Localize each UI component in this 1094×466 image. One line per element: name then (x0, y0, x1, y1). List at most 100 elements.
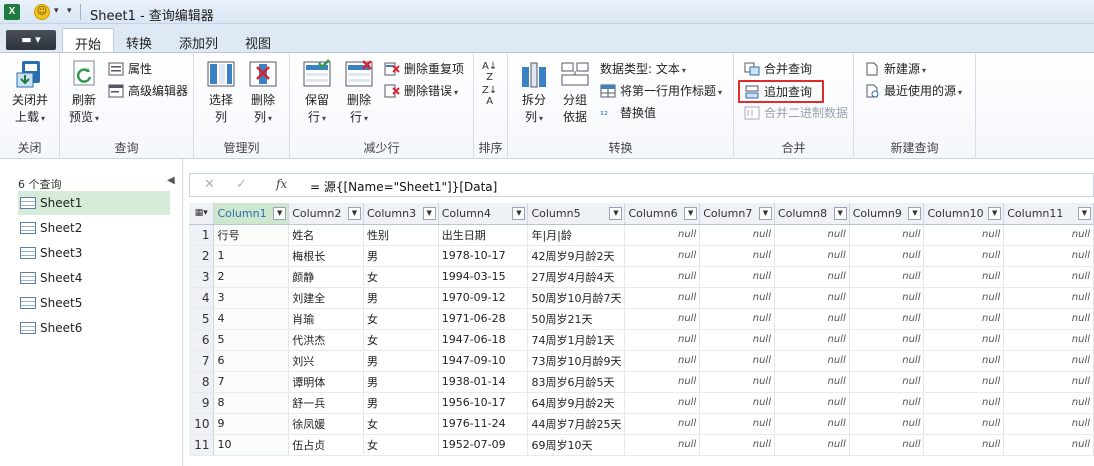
table-cell[interactable]: 谭明体 (288, 371, 364, 393)
column-filter-dropdown-icon[interactable]: ▼ (684, 207, 698, 220)
row-number[interactable]: 11 (189, 434, 215, 456)
quick-access-customize-icon[interactable]: ▾ (67, 6, 72, 16)
null-cell[interactable]: null (624, 266, 701, 288)
table-cell[interactable]: 1976-11-24 (438, 413, 529, 435)
null-cell[interactable]: null (923, 287, 1005, 309)
null-cell[interactable]: null (923, 245, 1005, 267)
null-cell[interactable]: null (849, 350, 925, 372)
null-cell[interactable]: null (699, 392, 775, 414)
null-cell[interactable]: null (624, 329, 701, 351)
remove-errors-button[interactable]: 删除错误 ▾ (384, 81, 458, 101)
null-cell[interactable]: null (849, 371, 925, 393)
row-number[interactable]: 6 (189, 329, 215, 351)
new-source-button[interactable]: 新建源 ▾ (864, 59, 926, 79)
column-filter-dropdown-icon[interactable]: ▼ (347, 207, 361, 220)
null-cell[interactable]: null (1003, 434, 1094, 456)
tab-home[interactable]: 开始 (62, 28, 115, 53)
table-cell[interactable]: 性别 (363, 224, 439, 246)
table-cell[interactable]: 74周岁1月龄1天 (527, 329, 626, 351)
null-cell[interactable]: null (699, 434, 775, 456)
table-cell[interactable]: 刘建全 (288, 287, 364, 309)
null-cell[interactable]: null (923, 266, 1005, 288)
null-cell[interactable]: null (774, 287, 850, 309)
table-menu-icon[interactable]: ▦▾ (189, 203, 215, 225)
table-cell[interactable]: 1938-01-14 (438, 371, 529, 393)
table-cell[interactable]: 舒一兵 (288, 392, 364, 414)
table-cell[interactable]: 女 (363, 329, 439, 351)
table-cell[interactable]: 徐凤媛 (288, 413, 364, 435)
advanced-editor-button[interactable]: 高级编辑器 (108, 81, 188, 101)
tab-view[interactable]: 视图 (233, 28, 283, 52)
null-cell[interactable]: null (849, 308, 925, 330)
row-number[interactable]: 3 (189, 266, 215, 288)
column-header[interactable]: Column11 ▼ (1003, 203, 1094, 225)
column-filter-dropdown-icon[interactable]: ▼ (988, 207, 1002, 220)
table-cell[interactable]: 1970-09-12 (438, 287, 529, 309)
column-filter-dropdown-icon[interactable]: ▼ (833, 207, 847, 220)
keep-rows-button[interactable]: 保留 行 ▾ (298, 59, 336, 127)
split-column-button[interactable]: 拆分 列 ▾ (516, 59, 552, 127)
table-cell[interactable]: 刘兴 (288, 350, 364, 372)
column-header[interactable]: Column7 ▼ (699, 203, 775, 225)
null-cell[interactable]: null (699, 308, 775, 330)
cancel-formula-icon[interactable]: ✕ (204, 177, 215, 192)
null-cell[interactable]: null (699, 350, 775, 372)
table-cell[interactable]: 行号 (213, 224, 290, 246)
table-cell[interactable]: 64周岁9月龄2天 (527, 392, 626, 414)
table-cell[interactable]: 男 (363, 350, 439, 372)
null-cell[interactable]: null (923, 329, 1005, 351)
smiley-dropdown-icon[interactable]: ▾ (54, 6, 59, 16)
null-cell[interactable]: null (923, 413, 1005, 435)
null-cell[interactable]: null (849, 413, 925, 435)
table-cell[interactable]: 女 (363, 266, 439, 288)
properties-button[interactable]: 属性 (108, 59, 152, 79)
null-cell[interactable]: null (624, 245, 701, 267)
table-cell[interactable]: 姓名 (288, 224, 364, 246)
null-cell[interactable]: null (923, 350, 1005, 372)
null-cell[interactable]: null (774, 245, 850, 267)
tab-add-column[interactable]: 添加列 (167, 28, 230, 52)
null-cell[interactable]: null (774, 308, 850, 330)
table-cell[interactable]: 10 (213, 434, 290, 456)
table-cell[interactable]: 7 (213, 371, 290, 393)
table-cell[interactable]: 50周岁10月龄7天 (527, 287, 626, 309)
query-item-sheet3[interactable]: Sheet3 (18, 241, 170, 265)
column-header[interactable]: Column10 ▼ (923, 203, 1005, 225)
null-cell[interactable]: null (699, 329, 775, 351)
column-header[interactable]: Column6 ▼ (624, 203, 701, 225)
table-cell[interactable]: 梅根长 (288, 245, 364, 267)
query-item-sheet6[interactable]: Sheet6 (18, 316, 170, 340)
null-cell[interactable]: null (774, 350, 850, 372)
merge-queries-button[interactable]: 合并查询 (744, 59, 812, 79)
null-cell[interactable]: null (1003, 224, 1094, 246)
table-cell[interactable]: 出生日期 (438, 224, 529, 246)
remove-columns-button[interactable]: 删除 列 ▾ (244, 59, 282, 127)
recent-sources-button[interactable]: 最近使用的源 ▾ (864, 81, 962, 101)
column-header[interactable]: Column4 ▼ (438, 203, 529, 225)
row-number[interactable]: 5 (189, 308, 215, 330)
null-cell[interactable]: null (1003, 308, 1094, 330)
refresh-preview-button[interactable]: 刷新 预览 ▾ (64, 59, 104, 127)
table-cell[interactable]: 1994-03-15 (438, 266, 529, 288)
column-header[interactable]: Column1 ▼ (213, 203, 290, 225)
null-cell[interactable]: null (699, 371, 775, 393)
null-cell[interactable]: null (774, 392, 850, 414)
null-cell[interactable]: null (624, 350, 701, 372)
null-cell[interactable]: null (774, 371, 850, 393)
table-cell[interactable]: 伍占贞 (288, 434, 364, 456)
null-cell[interactable]: null (923, 224, 1005, 246)
null-cell[interactable]: null (849, 224, 925, 246)
query-item-sheet1[interactable]: Sheet1 (18, 191, 170, 215)
table-cell[interactable]: 42周岁9月龄2天 (527, 245, 626, 267)
table-cell[interactable]: 男 (363, 371, 439, 393)
null-cell[interactable]: null (923, 392, 1005, 414)
null-cell[interactable]: null (624, 392, 701, 414)
table-cell[interactable]: 50周岁21天 (527, 308, 626, 330)
confirm-formula-icon[interactable]: ✓ (236, 177, 247, 192)
table-cell[interactable]: 1952-07-09 (438, 434, 529, 456)
table-cell[interactable]: 1947-06-18 (438, 329, 529, 351)
row-number[interactable]: 2 (189, 245, 215, 267)
column-filter-dropdown-icon[interactable]: ▼ (908, 207, 922, 220)
null-cell[interactable]: null (849, 287, 925, 309)
table-cell[interactable]: 1971-06-28 (438, 308, 529, 330)
